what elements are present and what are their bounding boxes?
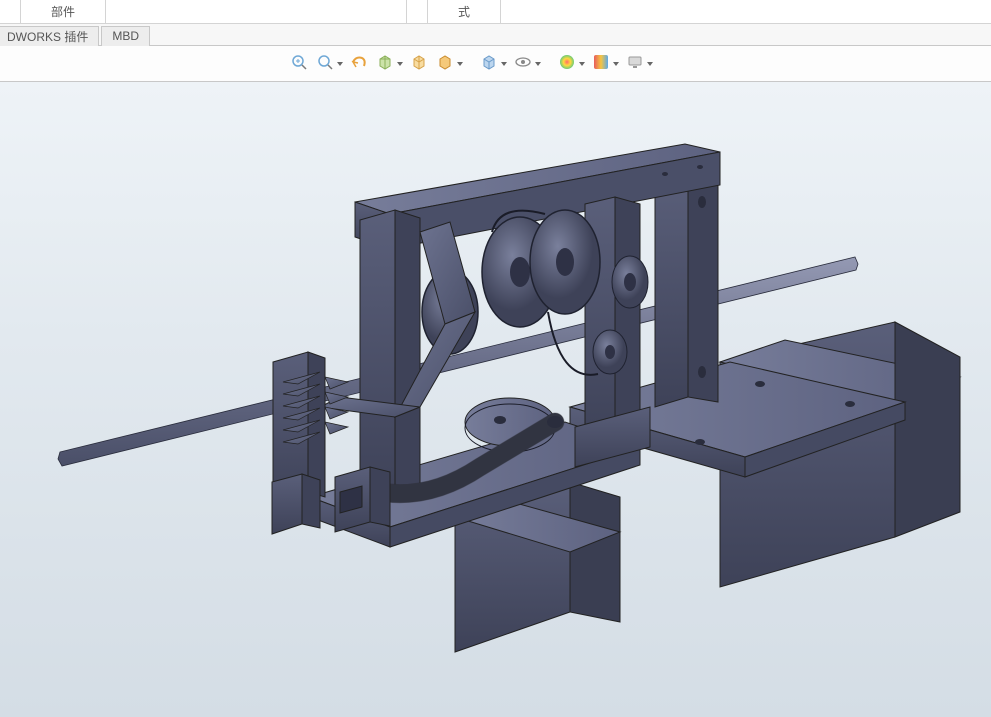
scene-button[interactable] [590, 53, 612, 75]
visibility-dropdown[interactable] [534, 53, 542, 75]
monitor-icon [626, 53, 644, 74]
display-mode-dropdown[interactable] [456, 53, 464, 75]
pan-icon [350, 53, 368, 74]
pan-button[interactable] [348, 53, 370, 75]
scene-dropdown[interactable] [612, 53, 620, 75]
appearance-icon [558, 53, 576, 74]
ribbon-strip: 部件 式 [0, 0, 991, 24]
zoom-fit-icon [290, 53, 308, 74]
zoom-area-dropdown[interactable] [336, 53, 344, 75]
scene-icon [592, 53, 610, 74]
ribbon-group-empty-2 [386, 0, 407, 23]
view-toolbar [0, 46, 991, 82]
tab-solidworks-plugin-label: DWORKS 插件 [7, 28, 88, 45]
render-button[interactable] [478, 53, 500, 75]
display-mode-icon [436, 53, 454, 74]
appearance-button[interactable] [556, 53, 578, 75]
ribbon-group-mode[interactable]: 式 [428, 0, 501, 23]
command-tab-bar: DWORKS 插件 MBD [0, 24, 991, 46]
display-style-icon [410, 53, 428, 74]
tab-mbd-label: MBD [112, 29, 139, 43]
section-view-icon [376, 53, 394, 74]
appearance-dropdown[interactable] [578, 53, 586, 75]
ribbon-group-empty-3 [407, 0, 428, 23]
ribbon-group-empty-1 [0, 0, 21, 23]
ribbon-group-parts[interactable]: 部件 [21, 0, 106, 23]
display-mode-button[interactable] [434, 53, 456, 75]
render-dropdown[interactable] [500, 53, 508, 75]
section-view-dropdown[interactable] [396, 53, 404, 75]
render-icon [480, 53, 498, 74]
zoom-area-icon [316, 53, 334, 74]
monitor-dropdown[interactable] [646, 53, 654, 75]
ribbon-group-parts-label: 部件 [51, 3, 75, 20]
tab-solidworks-plugin[interactable]: DWORKS 插件 [0, 26, 99, 46]
tab-mbd[interactable]: MBD [101, 26, 150, 46]
monitor-button[interactable] [624, 53, 646, 75]
ribbon-group-mode-label: 式 [458, 3, 470, 20]
zoom-area-button[interactable] [314, 53, 336, 75]
zoom-fit-button[interactable] [288, 53, 310, 75]
graphics-viewport[interactable] [0, 82, 991, 717]
section-view-button[interactable] [374, 53, 396, 75]
display-style-button[interactable] [408, 53, 430, 75]
visibility-icon [514, 53, 532, 74]
visibility-button[interactable] [512, 53, 534, 75]
